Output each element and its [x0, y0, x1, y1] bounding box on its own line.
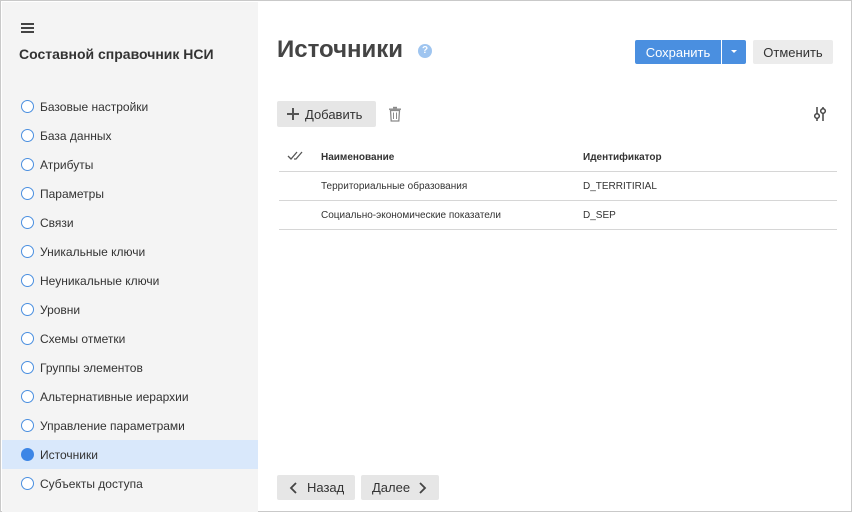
radio-icon	[21, 187, 34, 200]
add-button[interactable]: Добавить	[277, 101, 376, 127]
sidebar-item-parameters[interactable]: Параметры	[2, 179, 258, 208]
sidebar-item-element-groups[interactable]: Группы элементов	[2, 353, 258, 382]
back-button[interactable]: Назад	[277, 475, 355, 500]
sidebar-item-attributes[interactable]: Атрибуты	[2, 150, 258, 179]
radio-icon	[21, 158, 34, 171]
sidebar-item-label: Альтернативные иерархии	[40, 389, 189, 404]
sidebar-nav: Базовые настройки База данных Атрибуты П…	[2, 92, 258, 498]
save-button[interactable]: Сохранить	[635, 40, 721, 64]
sidebar-item-label: Уровни	[40, 302, 81, 317]
column-header-id[interactable]: Идентификатор	[583, 143, 662, 172]
sources-table: Наименование Идентификатор Территориальн…	[279, 143, 837, 230]
radio-icon	[21, 332, 34, 345]
sidebar-item-label: Субъекты доступа	[40, 476, 143, 491]
radio-icon	[21, 216, 34, 229]
sidebar-item-label: Параметры	[40, 186, 104, 201]
sidebar: Составной справочник НСИ Базовые настрой…	[2, 2, 258, 512]
sidebar-item-links[interactable]: Связи	[2, 208, 258, 237]
table-row[interactable]: Территориальные образования D_TERRITIRIA…	[279, 172, 837, 201]
table-row[interactable]: Социально-экономические показатели D_SEP	[279, 201, 837, 230]
radio-icon	[21, 477, 34, 490]
caret-down-icon	[731, 50, 737, 53]
add-button-label: Добавить	[305, 106, 363, 122]
sidebar-item-sources[interactable]: Источники	[2, 440, 258, 469]
sidebar-item-label: Управление параметрами	[40, 418, 185, 433]
radio-icon	[21, 245, 34, 258]
radio-icon	[21, 361, 34, 374]
plus-icon	[287, 108, 299, 120]
help-icon[interactable]: ?	[418, 44, 432, 58]
window: Составной справочник НСИ Базовые настрой…	[0, 0, 852, 512]
app-title: Составной справочник НСИ	[19, 46, 214, 62]
next-button[interactable]: Далее	[361, 475, 439, 500]
sidebar-item-label: Группы элементов	[40, 360, 143, 375]
radio-icon	[21, 100, 34, 113]
save-options-button[interactable]	[722, 40, 746, 64]
radio-selected-icon	[21, 448, 34, 461]
double-check-icon	[287, 151, 303, 160]
cancel-button[interactable]: Отменить	[753, 40, 833, 64]
radio-icon	[21, 303, 34, 316]
radio-icon	[21, 390, 34, 403]
chevron-left-icon	[289, 481, 297, 494]
hamburger-menu-icon[interactable]	[20, 20, 38, 36]
sidebar-item-levels[interactable]: Уровни	[2, 295, 258, 324]
column-header-name[interactable]: Наименование	[321, 143, 394, 172]
sidebar-item-unique-keys[interactable]: Уникальные ключи	[2, 237, 258, 266]
radio-icon	[21, 274, 34, 287]
cell-id: D_SEP	[583, 210, 616, 221]
sidebar-item-non-unique-keys[interactable]: Неуникальные ключи	[2, 266, 258, 295]
chevron-right-icon	[419, 481, 427, 494]
sidebar-item-label: Атрибуты	[40, 157, 94, 172]
cell-name: Социально-экономические показатели	[321, 210, 501, 221]
sidebar-item-label: Неуникальные ключи	[40, 273, 160, 288]
sidebar-item-label: Уникальные ключи	[40, 244, 146, 259]
sidebar-item-label: База данных	[40, 128, 112, 143]
sidebar-item-label: Схемы отметки	[40, 331, 126, 346]
sidebar-item-label: Источники	[40, 447, 98, 462]
sidebar-item-label: Связи	[40, 215, 74, 230]
cell-name: Территориальные образования	[321, 181, 468, 192]
trash-icon[interactable]	[388, 106, 402, 122]
sidebar-item-base-settings[interactable]: Базовые настройки	[2, 92, 258, 121]
sidebar-item-access-subjects[interactable]: Субъекты доступа	[2, 469, 258, 498]
cell-id: D_TERRITIRIAL	[583, 181, 657, 192]
select-all-cell[interactable]	[285, 143, 309, 172]
filter-settings-icon[interactable]	[812, 106, 828, 122]
next-button-label: Далее	[372, 480, 411, 495]
back-button-label: Назад	[307, 480, 345, 495]
table-header-row: Наименование Идентификатор	[279, 143, 837, 172]
sidebar-item-alt-hierarchies[interactable]: Альтернативные иерархии	[2, 382, 258, 411]
sidebar-item-parameter-management[interactable]: Управление параметрами	[2, 411, 258, 440]
radio-icon	[21, 129, 34, 142]
radio-icon	[21, 419, 34, 432]
page-title: Источники	[277, 36, 404, 63]
sidebar-item-label: Базовые настройки	[40, 99, 149, 114]
sidebar-item-mark-schemes[interactable]: Схемы отметки	[2, 324, 258, 353]
sidebar-item-database[interactable]: База данных	[2, 121, 258, 150]
